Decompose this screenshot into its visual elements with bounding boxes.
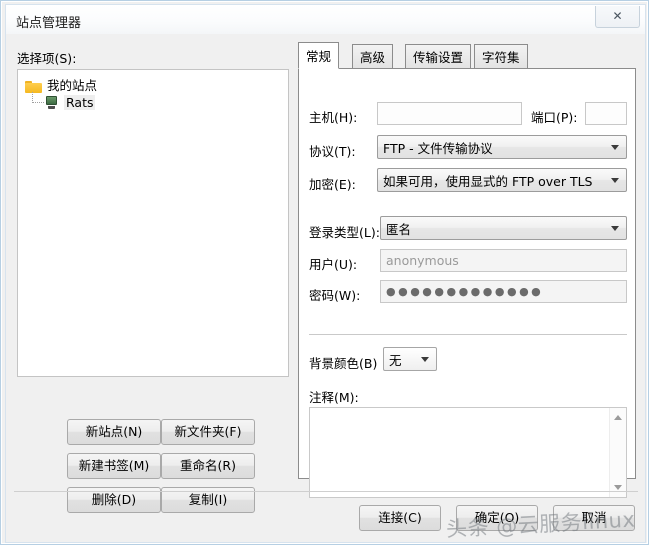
port-label: 端口(P): [531, 110, 578, 125]
title-bar: 站点管理器 ✕ [6, 5, 645, 34]
tab-strip: 常规 高级 传输设置 字符集 [298, 42, 636, 69]
scroll-up-icon[interactable] [614, 415, 622, 420]
comment-label: 注释(M): [309, 390, 359, 405]
user-input[interactable]: anonymous [380, 249, 627, 272]
window-title: 站点管理器 [16, 16, 82, 31]
server-icon [45, 96, 58, 110]
bgcolor-select[interactable]: 无 [383, 347, 437, 371]
select-label: 选择项(S): [17, 51, 77, 66]
chevron-down-icon [611, 226, 619, 231]
rename-button[interactable]: 重命名(R) [161, 453, 255, 479]
tree-item-label: Rats [64, 95, 96, 110]
encryption-label: 加密(E): [309, 177, 356, 192]
close-icon: ✕ [612, 9, 623, 23]
window-inner: 站点管理器 ✕ 选择项(S): 我的站点 Rats 新站点(N) 新文件夹(F)… [5, 4, 646, 543]
encryption-value: 如果可用，使用显式的 FTP over TLS [383, 173, 593, 189]
logontype-value: 匿名 [386, 221, 412, 237]
section-divider [309, 334, 627, 335]
chevron-down-icon [611, 178, 619, 183]
new-site-button[interactable]: 新站点(N) [67, 419, 161, 445]
bgcolor-value: 无 [389, 352, 402, 368]
host-label: 主机(H): [309, 110, 358, 125]
tree-item-label: 我的站点 [47, 78, 98, 93]
scroll-down-icon[interactable] [614, 485, 622, 490]
protocol-label: 协议(T): [309, 144, 356, 159]
logontype-select[interactable]: 匿名 [380, 216, 627, 240]
tab-charset[interactable]: 字符集 [474, 44, 528, 68]
logontype-label: 登录类型(L): [309, 225, 380, 240]
protocol-value: FTP - 文件传输协议 [383, 140, 493, 156]
user-label: 用户(U): [309, 257, 358, 272]
tree-connector [32, 92, 44, 103]
tab-general[interactable]: 常规 [298, 42, 340, 69]
site-manager-window: 站点管理器 ✕ 选择项(S): 我的站点 Rats 新站点(N) 新文件夹(F)… [0, 0, 649, 545]
tab-advanced[interactable]: 高级 [352, 44, 394, 68]
left-pane: 选择项(S): 我的站点 Rats 新站点(N) 新文件夹(F) 新建书签(M)… [13, 38, 290, 513]
bgcolor-label: 背景颜色(B) [309, 356, 378, 371]
right-pane: 常规 高级 传输设置 字符集 主机(H): 端口(P): 协议(T): FTP … [298, 42, 636, 498]
comment-scrollbar[interactable] [609, 408, 626, 497]
port-input[interactable] [585, 102, 627, 125]
host-input[interactable] [377, 102, 522, 125]
tree-item-rats[interactable]: Rats [45, 95, 96, 110]
ok-button[interactable]: 确定(O) [456, 505, 538, 531]
cancel-button[interactable]: 取消 [553, 505, 635, 531]
chevron-down-icon [421, 357, 429, 362]
encryption-select[interactable]: 如果可用，使用显式的 FTP over TLS [377, 168, 627, 192]
general-tab-panel: 主机(H): 端口(P): 协议(T): FTP - 文件传输协议 加密(E):… [298, 68, 636, 498]
new-folder-button[interactable]: 新文件夹(F) [161, 419, 255, 445]
new-bookmark-button[interactable]: 新建书签(M) [67, 453, 161, 479]
tab-transfer-settings[interactable]: 传输设置 [405, 44, 472, 68]
password-input[interactable]: ●●●●●●●●●●●●● [380, 280, 627, 303]
chevron-down-icon [611, 145, 619, 150]
footer-divider [14, 491, 638, 492]
site-tree[interactable]: 我的站点 Rats [17, 69, 289, 377]
protocol-select[interactable]: FTP - 文件传输协议 [377, 135, 627, 159]
close-button[interactable]: ✕ [595, 6, 640, 28]
connect-button[interactable]: 连接(C) [359, 505, 441, 531]
comment-textarea[interactable] [309, 407, 627, 498]
password-label: 密码(W): [309, 288, 361, 303]
